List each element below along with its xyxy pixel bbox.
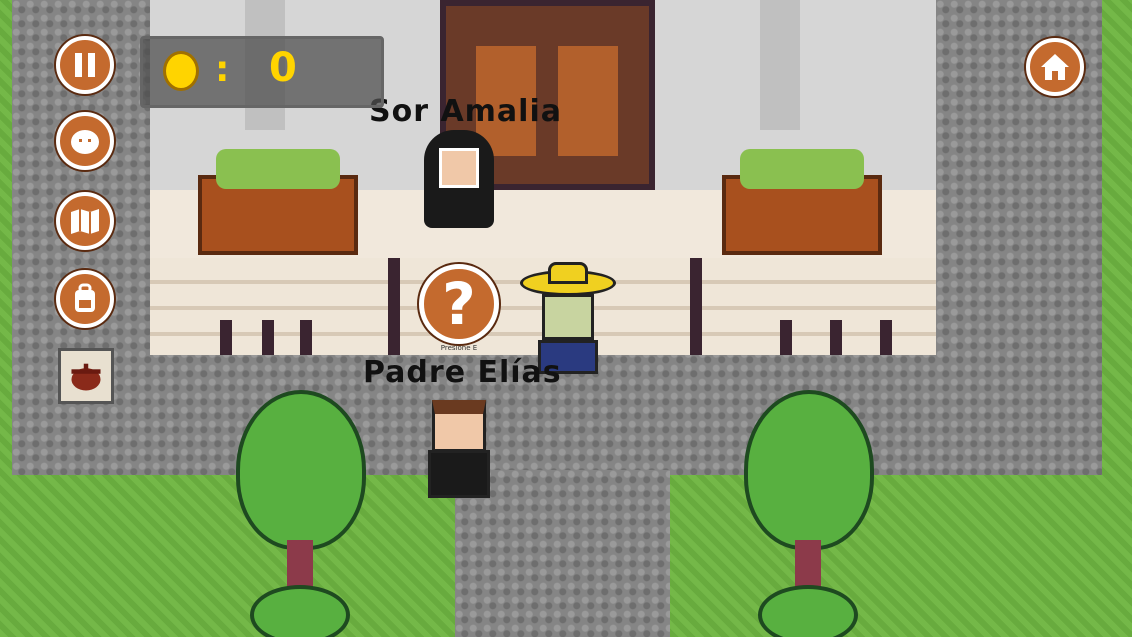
church-window-right bbox=[760, 0, 800, 130]
backpack-icon bbox=[75, 283, 95, 312]
tree-trunk-right bbox=[795, 540, 821, 590]
help-button[interactable]: ? bbox=[419, 264, 499, 344]
farmer-face bbox=[542, 294, 594, 340]
nun-name-label: Sor Amalia bbox=[369, 94, 562, 129]
home-button[interactable] bbox=[1026, 38, 1084, 96]
character-face-icon bbox=[71, 130, 99, 154]
tree-right-lower bbox=[758, 585, 858, 637]
coin-icon bbox=[163, 51, 199, 91]
tree-left-lower bbox=[250, 585, 350, 637]
help-caption: Presione E bbox=[440, 344, 478, 352]
tree-left bbox=[236, 390, 366, 550]
railing-post bbox=[220, 320, 232, 355]
railing-post bbox=[262, 320, 274, 355]
interact-hint[interactable]: ? Presione E bbox=[419, 264, 499, 352]
home-icon bbox=[1041, 54, 1069, 80]
priest-name-label: Padre Elías bbox=[363, 355, 562, 390]
coin-separator: : bbox=[215, 49, 230, 90]
tree-right bbox=[744, 390, 874, 550]
stair-rail bbox=[388, 258, 400, 355]
pause-button[interactable] bbox=[56, 36, 114, 94]
map-button[interactable] bbox=[56, 192, 114, 250]
priest-robe bbox=[428, 450, 490, 498]
railing-post bbox=[880, 320, 892, 355]
backpack-button[interactable] bbox=[56, 270, 114, 328]
priest-head bbox=[432, 400, 486, 452]
priest-character[interactable] bbox=[424, 400, 494, 498]
door-panel-right bbox=[558, 46, 618, 156]
flower-planter-right bbox=[722, 149, 882, 255]
flowers bbox=[216, 149, 340, 189]
nun-face bbox=[439, 148, 479, 188]
map-icon bbox=[71, 209, 99, 234]
coin-counter: : 0 bbox=[140, 36, 384, 108]
railing-post bbox=[780, 320, 792, 355]
cooking-pot-icon bbox=[71, 363, 101, 391]
question-mark-icon: ? bbox=[442, 270, 476, 338]
flowers bbox=[740, 149, 864, 189]
flower-planter-left bbox=[198, 149, 358, 255]
cooking-button[interactable] bbox=[58, 348, 114, 404]
pause-icon bbox=[75, 53, 95, 77]
nun-character[interactable] bbox=[424, 130, 494, 228]
tree-trunk-left bbox=[287, 540, 313, 590]
coin-count: 0 bbox=[269, 45, 297, 91]
stair-rail bbox=[690, 258, 702, 355]
railing-post bbox=[830, 320, 842, 355]
railing-post bbox=[300, 320, 312, 355]
straw-hat-crown bbox=[548, 262, 588, 284]
game-stage: Sor Amalia Padre Elías ? Presione E : 0 bbox=[0, 0, 1132, 637]
character-button[interactable] bbox=[56, 112, 114, 170]
